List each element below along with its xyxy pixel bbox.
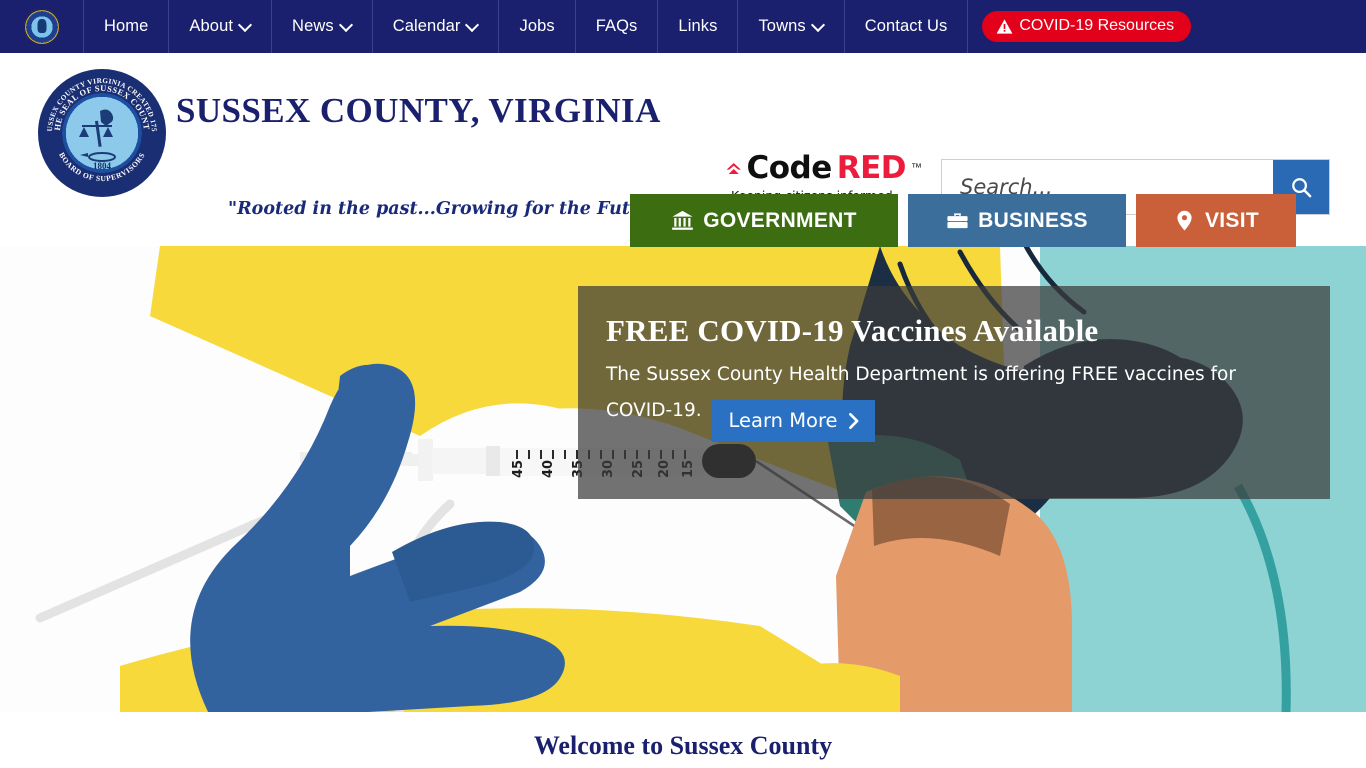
nav-item-news[interactable]: News xyxy=(272,0,373,53)
codered-trademark: ™ xyxy=(911,162,922,174)
covid-button-container: COVID-19 Resources xyxy=(968,0,1207,53)
nav-item-list: Home About News Calendar Jobs FAQs Links… xyxy=(84,0,1366,53)
chevron-down-icon xyxy=(467,19,478,30)
tab-label: BUSINESS xyxy=(978,208,1088,232)
tab-business[interactable]: BUSINESS xyxy=(908,194,1126,247)
seal-engraved-text: SUSSEX COUNTY VIRGINIA CREATED 1754 THE … xyxy=(38,69,158,183)
chevron-right-icon xyxy=(848,412,858,429)
covid-19-resources-button[interactable]: COVID-19 Resources xyxy=(982,11,1192,42)
nav-item-jobs[interactable]: Jobs xyxy=(499,0,576,53)
welcome-heading: Welcome to Sussex County xyxy=(533,731,833,760)
county-seal-logo[interactable]: SUSSEX COUNTY VIRGINIA CREATED 1754 THE … xyxy=(38,69,166,197)
warning-triangle-icon xyxy=(996,18,1013,34)
hero-text-overlay: FREE COVID-19 Vaccines Available The Sus… xyxy=(578,286,1330,499)
nav-item-label: Towns xyxy=(758,17,806,35)
category-tab-bar: GOVERNMENT BUSINESS VISIT xyxy=(630,194,1296,247)
svg-text:45: 45 xyxy=(511,460,526,478)
nav-item-label: About xyxy=(189,17,234,35)
nav-item-faqs[interactable]: FAQs xyxy=(576,0,659,53)
nav-item-label: Contact Us xyxy=(864,17,948,35)
codered-wordmark: Code RED ™ xyxy=(726,153,922,184)
nav-item-label: Jobs xyxy=(519,17,555,35)
nav-logo-link[interactable] xyxy=(0,0,84,53)
hero-title: FREE COVID-19 Vaccines Available xyxy=(606,313,1099,348)
codered-triangle-icon xyxy=(726,162,741,174)
tab-label: VISIT xyxy=(1204,208,1259,232)
covid-button-label: COVID-19 Resources xyxy=(1019,17,1175,34)
map-pin-icon xyxy=(1177,210,1192,231)
tab-visit[interactable]: VISIT xyxy=(1136,194,1296,247)
codered-code-text: Code xyxy=(746,150,832,186)
briefcase-icon xyxy=(947,213,968,229)
site-header: SUSSEX COUNTY VIRGINIA CREATED 1754 THE … xyxy=(0,53,1366,219)
site-tagline: "Rooted in the past...Growing for the Fu… xyxy=(228,199,680,219)
learn-more-label: Learn More xyxy=(728,409,838,433)
svg-text:40: 40 xyxy=(541,460,556,478)
hero-banner: 45 40 35 30 25 20 15 xyxy=(0,246,1366,712)
nav-item-home[interactable]: Home xyxy=(84,0,170,53)
nav-item-towns[interactable]: Towns xyxy=(738,0,845,53)
tab-government[interactable]: GOVERNMENT xyxy=(630,194,898,247)
learn-more-button[interactable]: Learn More xyxy=(711,400,875,443)
nav-item-links[interactable]: Links xyxy=(658,0,739,53)
bank-icon xyxy=(672,210,694,230)
nav-item-label: Home xyxy=(104,17,149,35)
nav-item-label: Calendar xyxy=(392,17,461,35)
nav-item-contact-us[interactable]: Contact Us xyxy=(845,0,969,53)
hero-subtitle-line1: The Sussex County Health Department is o… xyxy=(606,364,1236,386)
nav-item-label: FAQs xyxy=(595,17,638,35)
codered-red-text: RED xyxy=(836,150,907,186)
nav-item-label: Links xyxy=(678,17,718,35)
hero-subtitle: The Sussex County Health Department is o… xyxy=(606,357,1300,443)
chevron-down-icon xyxy=(341,19,352,30)
nav-item-label: News xyxy=(292,17,334,35)
nav-item-about[interactable]: About xyxy=(169,0,273,53)
top-navigation-bar: Home About News Calendar Jobs FAQs Links… xyxy=(0,0,1366,53)
county-seal-icon xyxy=(23,8,60,45)
hero-subtitle-line2: COVID-19. xyxy=(606,400,702,422)
site-title: SUSSEX COUNTY, VIRGINIA xyxy=(176,91,661,130)
nav-item-calendar[interactable]: Calendar xyxy=(373,0,500,53)
svg-text:1804: 1804 xyxy=(93,161,112,171)
tab-label: GOVERNMENT xyxy=(703,208,857,232)
chevron-down-icon xyxy=(813,19,824,30)
chevron-down-icon xyxy=(240,19,251,30)
